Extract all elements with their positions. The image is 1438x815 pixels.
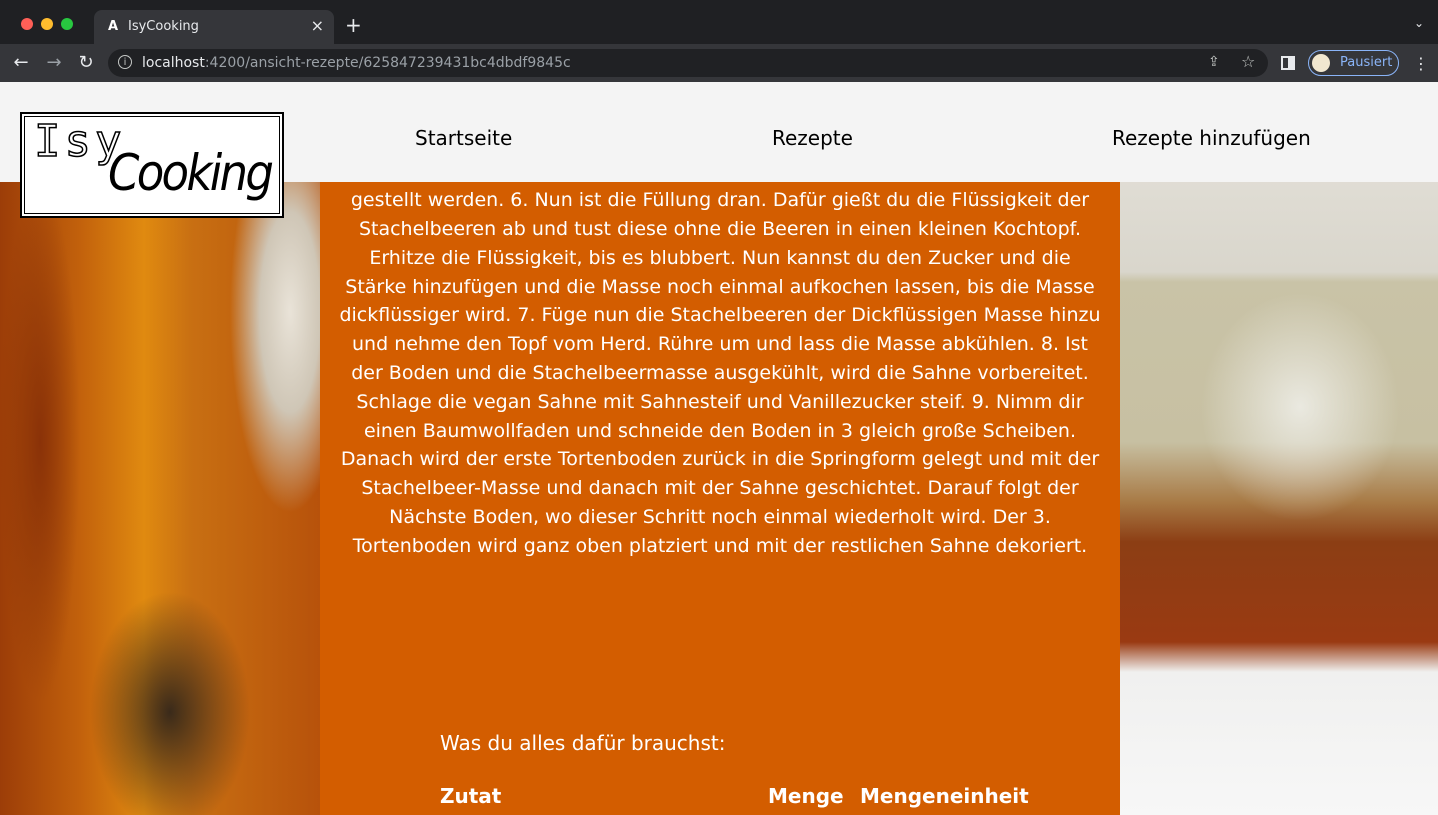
recipe-content-panel: trockenen Zutaten hinzufügen und wieder …: [320, 82, 1120, 815]
page-viewport: trockenen Zutaten hinzufügen und wieder …: [0, 82, 1438, 815]
forward-arrow-icon[interactable]: →: [43, 52, 65, 74]
nav-link-rezepte[interactable]: Rezepte: [772, 126, 853, 150]
table-header-zutat: Zutat: [440, 784, 502, 808]
browser-toolbar: ← → ↻ i localhost:4200/ansicht-rezepte/6…: [0, 44, 1438, 82]
nav-link-startseite[interactable]: Startseite: [415, 126, 512, 150]
profile-label: Pausiert: [1340, 55, 1393, 70]
sidepanel-icon[interactable]: [1281, 56, 1295, 70]
logo-cooking-text: Cooking: [108, 144, 274, 202]
star-icon[interactable]: ☆: [1241, 52, 1255, 71]
browser-tab[interactable]: A IsyCooking ×: [94, 10, 334, 44]
minimize-window-button[interactable]: [41, 18, 53, 30]
share-icon[interactable]: ⇪: [1208, 54, 1220, 70]
chevron-down-icon[interactable]: ⌄: [1414, 16, 1424, 30]
table-header-mengeneinheit: Mengeneinheit: [860, 784, 1029, 808]
browser-tab-bar: A IsyCooking × + ⌄: [0, 0, 1438, 44]
table-header-menge: Menge: [768, 784, 844, 808]
kebab-icon[interactable]: ⋮: [1413, 54, 1429, 73]
nav-link-rezepte-hinzufuegen[interactable]: Rezepte hinzufügen: [1112, 126, 1311, 150]
maximize-window-button[interactable]: [61, 18, 73, 30]
info-icon[interactable]: i: [118, 55, 132, 69]
back-arrow-icon[interactable]: ←: [10, 52, 32, 74]
new-tab-icon[interactable]: +: [345, 15, 362, 35]
tab-title: IsyCooking: [128, 19, 199, 34]
reload-icon[interactable]: ↻: [75, 52, 97, 74]
background-image-right: [1120, 82, 1438, 815]
tab-close-icon[interactable]: ×: [311, 16, 324, 35]
site-logo[interactable]: Isy Cooking: [20, 112, 284, 218]
ingredients-heading: Was du alles dafür brauchst:: [440, 731, 726, 755]
profile-button[interactable]: Pausiert: [1308, 50, 1399, 76]
url-text[interactable]: localhost:4200/ansicht-rezepte/625847239…: [142, 55, 571, 71]
close-window-button[interactable]: [21, 18, 33, 30]
avatar: [1312, 54, 1330, 72]
angular-favicon-icon: A: [107, 19, 119, 34]
address-bar[interactable]: i localhost:4200/ansicht-rezepte/6258472…: [108, 49, 1268, 77]
